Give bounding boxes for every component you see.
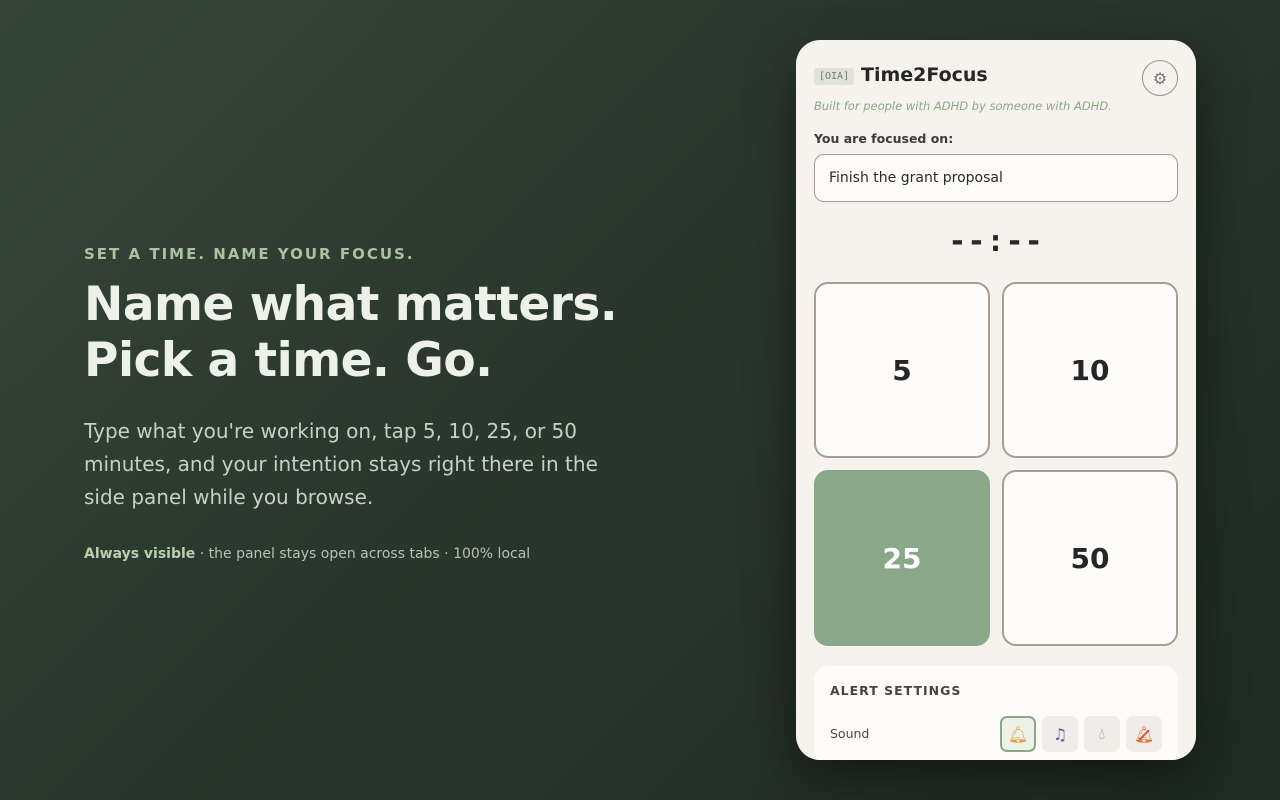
focus-label: You are focused on: bbox=[814, 131, 954, 146]
sound-options: 🔔︎ ♫ 💧︎ 🔔︎ bbox=[1000, 716, 1162, 752]
features-highlight: Always visible bbox=[84, 546, 196, 562]
focus-input[interactable] bbox=[814, 154, 1178, 202]
sound-droplet-button[interactable]: 💧︎ bbox=[1084, 716, 1120, 752]
hero-features: Always visible · the panel stays open ac… bbox=[84, 546, 724, 562]
sound-music-button[interactable]: ♫ bbox=[1042, 716, 1078, 752]
droplet-icon: 💧︎ bbox=[1098, 724, 1106, 743]
hero-eyebrow: SET A TIME. NAME YOUR FOCUS. bbox=[84, 245, 415, 263]
app-tagline: Built for people with ADHD by someone wi… bbox=[814, 99, 1112, 113]
sound-mute-button[interactable]: 🔔︎ bbox=[1126, 716, 1162, 752]
bell-icon: 🔔︎ bbox=[1007, 724, 1029, 744]
settings-button[interactable]: ⚙ bbox=[1142, 60, 1178, 96]
app-tag: [OIA] bbox=[814, 68, 855, 85]
preset-50-button[interactable]: 50 bbox=[1002, 470, 1178, 646]
features-text: · the panel stays open across tabs · 100… bbox=[195, 546, 531, 562]
preset-25-button[interactable]: 25 bbox=[814, 470, 990, 646]
side-panel: [OIA] Time2Focus ⚙ Built for people with… bbox=[796, 40, 1196, 760]
hero-subtext: Type what you're working on, tap 5, 10, … bbox=[84, 419, 598, 509]
hero-section: SET A TIME. NAME YOUR FOCUS. Name what m… bbox=[84, 245, 724, 562]
alert-settings-title: ALERT SETTINGS bbox=[830, 683, 962, 698]
hero-headline: Name what matters. Pick a time. Go. bbox=[84, 277, 618, 388]
gear-icon: ⚙ bbox=[1152, 68, 1168, 88]
preset-5-button[interactable]: 5 bbox=[814, 282, 990, 458]
timer-display: --:-- bbox=[948, 224, 1044, 259]
mute-icon: 🔔︎ bbox=[1133, 724, 1155, 744]
preset-10-button[interactable]: 10 bbox=[1002, 282, 1178, 458]
music-note-icon: ♫ bbox=[1052, 724, 1068, 744]
sound-label: Sound bbox=[830, 726, 870, 741]
panel-header: [OIA] Time2Focus ⚙ bbox=[814, 60, 1178, 104]
app-title: Time2Focus bbox=[861, 64, 988, 86]
alert-settings: ALERT SETTINGS Sound 🔔︎ ♫ 💧︎ 🔔︎ bbox=[814, 666, 1178, 760]
sound-bell-button[interactable]: 🔔︎ bbox=[1000, 716, 1036, 752]
